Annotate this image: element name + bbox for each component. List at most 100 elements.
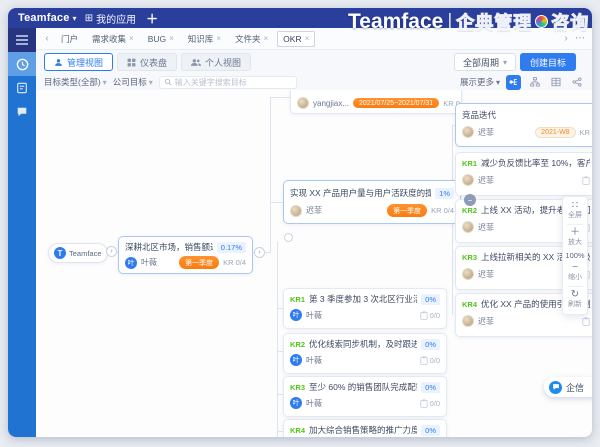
avatar: 叶 — [125, 257, 137, 269]
refresh-label[interactable]: 刷新 — [568, 300, 582, 309]
close-icon[interactable]: × — [305, 34, 310, 43]
zoom-in-label[interactable]: 放大 — [568, 238, 582, 247]
tab-dashboard-view[interactable]: 仪表盘 — [117, 53, 177, 71]
kr-tag: KR2 — [462, 206, 477, 215]
tab-label: 文件夹 — [235, 33, 261, 45]
avatar — [462, 268, 474, 280]
avatar — [462, 174, 474, 186]
forward-icon: › — [110, 248, 112, 255]
connector-line — [277, 242, 278, 437]
dashboard-icon — [127, 58, 136, 67]
person-icon — [54, 58, 63, 67]
owner-name: 迟菲 — [478, 222, 494, 233]
show-more-dropdown[interactable]: 展示更多 ▾ — [460, 76, 500, 88]
tabs-more-icon[interactable]: ⋯ — [575, 33, 586, 44]
chat-bubble-icon — [16, 106, 28, 118]
my-apps-menu[interactable]: ⊞ 我的应用 — [85, 11, 136, 26]
type-filter-dropdown[interactable]: 目标类型(全部) ▾ — [44, 76, 107, 88]
tree-view-button[interactable] — [527, 75, 542, 90]
avatar — [290, 205, 302, 217]
tab-okr[interactable]: OKR × — [277, 31, 315, 47]
sidebar-menu-toggle[interactable] — [8, 28, 36, 52]
tab-personal-view[interactable]: 个人视图 — [181, 53, 251, 71]
avatar — [297, 97, 309, 109]
tab-files[interactable]: 文件夹 × — [230, 31, 273, 47]
zoom-level: 100% — [565, 250, 584, 261]
view-tab-label: 仪表盘 — [140, 56, 167, 69]
my-apps-label: 我的应用 — [96, 11, 136, 26]
kr-card[interactable]: KR3 至少 60% 的销售团队完成配额 0% 叶 叶薇 0/0 — [283, 376, 447, 417]
sidebar-item-workbench[interactable] — [8, 52, 36, 76]
tab-manage-view[interactable]: 管理视图 — [44, 53, 113, 71]
tab-knowledge-base[interactable]: 知识库 × — [183, 31, 226, 47]
chat-floating-button[interactable]: 企信 — [544, 377, 592, 397]
tab-requirements[interactable]: 需求收集 × — [87, 31, 139, 47]
zoom-in-icon[interactable]: ＋ — [570, 227, 580, 238]
brand-label: Teamface — [18, 12, 70, 24]
fullscreen-icon[interactable]: ∷ — [572, 200, 578, 211]
close-icon[interactable]: × — [264, 34, 269, 43]
close-icon[interactable]: × — [169, 34, 174, 43]
objective-title: 深耕北区市场，销售额达到 1,000 万美... — [125, 241, 213, 253]
tabs-scroll-left-icon[interactable]: ‹ — [42, 33, 52, 44]
owner-name: 叶薇 — [141, 257, 157, 268]
search-box[interactable] — [159, 76, 297, 89]
left-sidebar — [8, 28, 36, 437]
tabs-scroll-right-icon[interactable]: › — [561, 33, 571, 44]
document-icon — [16, 82, 28, 94]
company-filter-dropdown[interactable]: 公司目标 ▾ — [113, 76, 153, 88]
owner-name: 迟菲 — [478, 127, 494, 138]
period-select[interactable]: 全部周期 ▾ — [454, 53, 516, 71]
app-tab-bar: ‹ 门户 需求收集 × BUG × 知识库 × 文件夹 × OKR × — [36, 28, 592, 50]
tab-portal[interactable]: 门户 — [56, 31, 83, 47]
expand-node-button[interactable]: › — [106, 246, 117, 257]
search-icon — [164, 78, 172, 86]
collapse-icon: − — [468, 196, 473, 205]
objective-card-2[interactable]: 实现 XX 产品用户量与用户活跃度的提... 1% 迟菲 第一季度 KR 0/4 — [283, 180, 461, 224]
search-input[interactable] — [175, 78, 285, 87]
kr-count: KR 0/4 — [223, 258, 246, 267]
add-app-button[interactable]: ＋ — [146, 10, 158, 27]
kr-title: 加大综合销售策略的推广力度，... — [309, 424, 417, 436]
kr-card[interactable]: KR4 加大综合销售策略的推广力度，... 0% 叶 叶薇 0/0 — [283, 419, 447, 437]
chevron-down-icon: ▾ — [103, 78, 107, 87]
collapse-node-button[interactable]: − — [464, 194, 476, 206]
close-icon[interactable]: × — [129, 34, 134, 43]
expand-node-button[interactable] — [284, 233, 293, 242]
owner-name: 叶薇 — [306, 355, 322, 366]
period-badge: 2021-W8 — [535, 127, 575, 138]
clock-icon — [16, 58, 29, 71]
tab-bug[interactable]: BUG × — [143, 32, 179, 46]
objective-card-competitor[interactable]: 竞品迭代 迟菲 2021-W8 KR — [455, 103, 592, 147]
fullscreen-label[interactable]: 全屏 — [568, 211, 582, 220]
view-tab-label: 个人视图 — [205, 56, 241, 69]
root-company-node[interactable]: T Teamface — [48, 243, 108, 263]
kr-card[interactable]: KR1 减少负反馈比率至 10%，客户留... 迟菲 — [455, 152, 592, 196]
share-button[interactable] — [569, 75, 584, 90]
kr-card[interactable]: KR2 优化线索同步机制，及时跟进销... 0% 叶 叶薇 0/0 — [283, 333, 447, 374]
avatar — [462, 221, 474, 233]
create-objective-button[interactable]: 创建目标 — [520, 53, 576, 71]
forward-icon: › — [258, 249, 260, 256]
refresh-icon[interactable]: ↻ — [571, 289, 579, 300]
tab-label: BUG — [148, 34, 166, 44]
share-icon — [572, 77, 582, 87]
close-icon[interactable]: × — [216, 34, 221, 43]
owner-name: 迟菲 — [478, 175, 494, 186]
zoom-out-label[interactable]: 缩小 — [568, 273, 582, 282]
canvas-zoom-panel: ∷ 全屏 ＋ 放大 100% − 缩小 ↻ 刷新 — [562, 196, 588, 315]
sidebar-item-assistant[interactable] — [8, 100, 36, 124]
mindmap-view-button[interactable] — [506, 75, 521, 90]
task-count: 0/0 — [430, 311, 440, 320]
sidebar-item-apps[interactable] — [8, 76, 36, 100]
workspace-switcher[interactable]: Teamface ▾ — [18, 12, 77, 24]
table-view-button[interactable] — [548, 75, 563, 90]
mindmap-icon — [509, 77, 519, 87]
org-tree-icon — [530, 77, 540, 87]
expand-node-button[interactable]: › — [254, 247, 265, 258]
zoom-out-icon[interactable]: − — [572, 262, 578, 273]
objective-card-1[interactable]: 深耕北区市场，销售额达到 1,000 万美... 0.17% 叶 叶薇 第一季度… — [118, 236, 253, 274]
progress-badge: 0% — [421, 382, 440, 393]
connector-line — [270, 97, 290, 98]
kr-card[interactable]: KR1 第 3 季度参加 3 次北区行业活动... 0% 叶 叶薇 0/0 — [283, 288, 447, 329]
